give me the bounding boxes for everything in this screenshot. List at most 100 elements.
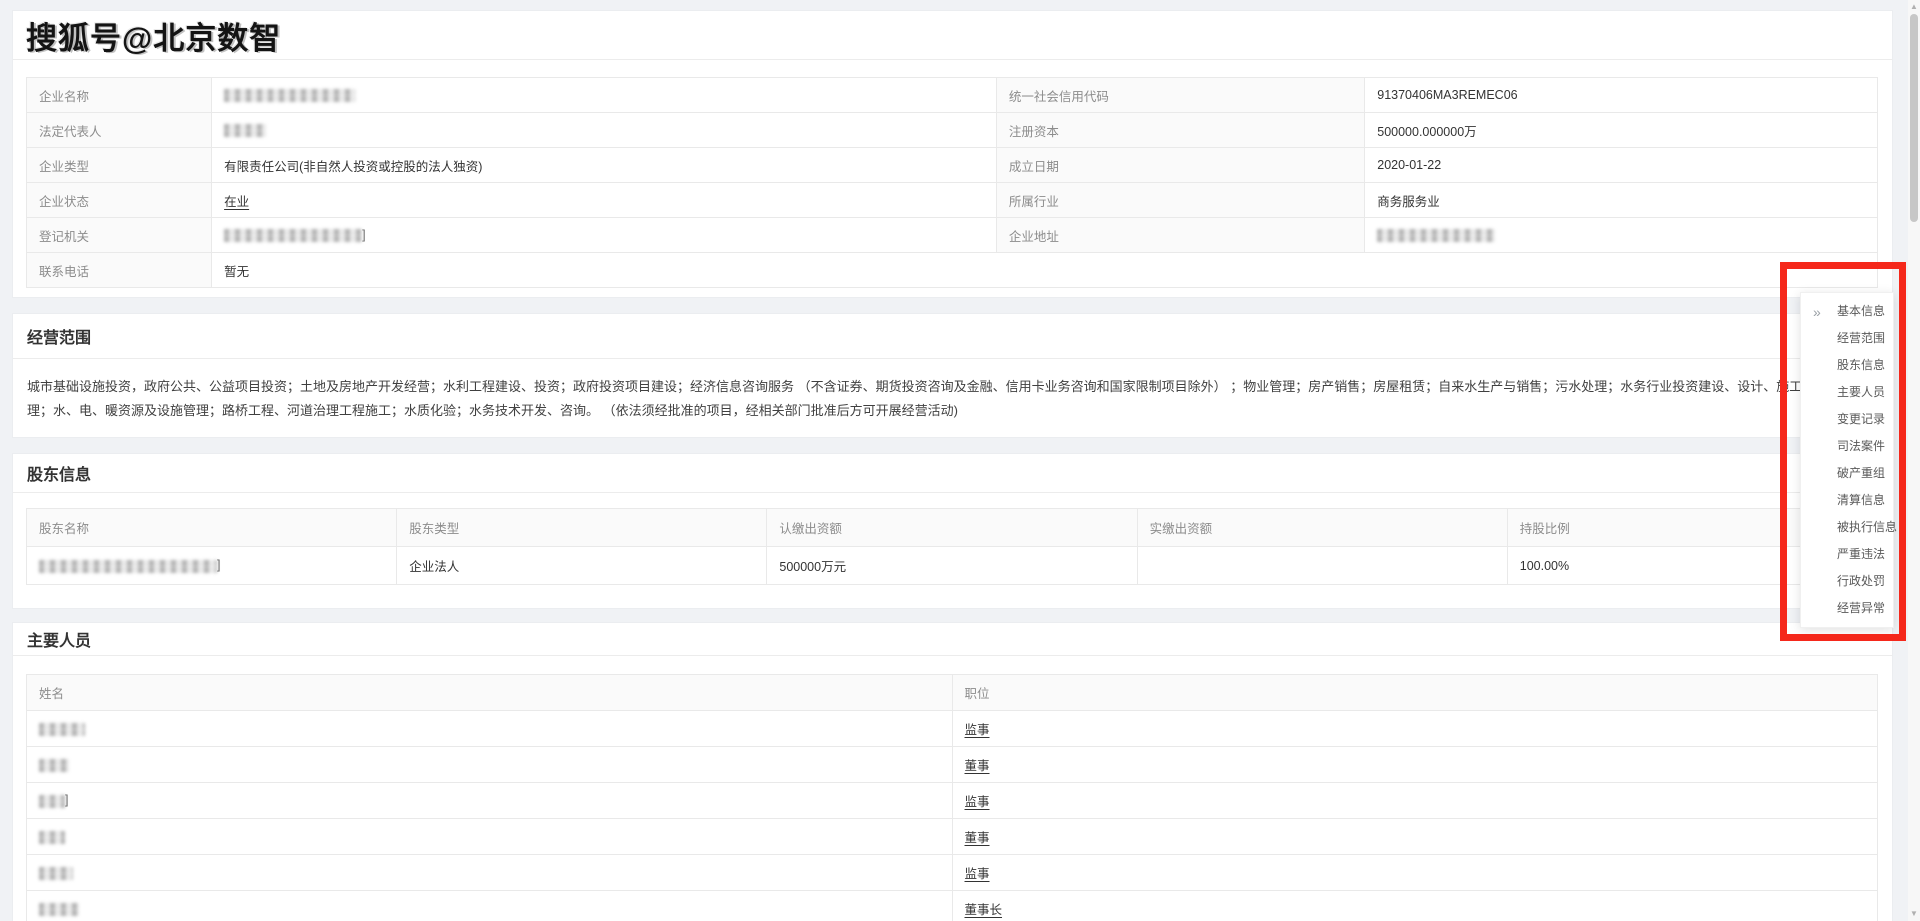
section-title-business-scope: 经营范围 (27, 324, 91, 348)
field-label: 企业名称 (27, 78, 212, 113)
bracket-glyph: ] (65, 793, 68, 807)
watermark-title: 搜狐号@北京数智 (26, 13, 281, 58)
company-status-value: 在业 (212, 183, 997, 218)
field-label: 法定代表人 (27, 113, 212, 148)
collapse-chevrons-icon[interactable]: » (1813, 304, 1821, 320)
shareholders-card: 股东信息 股东名称 股东类型 认缴出资额 实缴出资额 持股比例 ] (12, 453, 1893, 609)
person-position: 监事 (952, 711, 1878, 747)
table-row: 监事 (27, 855, 1878, 891)
person-name (27, 747, 953, 783)
scrollbar-up-arrow-icon[interactable]: ▲ (1910, 3, 1918, 11)
table-row: 登记机关 ] 企业地址 (27, 218, 1878, 253)
anchor-item-liquidation[interactable]: 清算信息 (1801, 487, 1893, 514)
field-label: 联系电话 (27, 253, 212, 288)
company-type-value: 有限责任公司(非自然人投资或控股的法人独资) (212, 148, 997, 183)
person-name (27, 711, 953, 747)
personnel-table: 姓名 职位 监事 董事 ] 监事 (26, 674, 1878, 921)
bracket-glyph: ] (217, 558, 220, 572)
page: 搜狐号@北京数智 企业名称 统一社会信用代码 91370406MA3REMEC0… (0, 0, 1920, 921)
position-link[interactable]: 董事 (965, 831, 990, 845)
registry-authority-value: ] (212, 218, 997, 253)
section-title-personnel: 主要人员 (27, 627, 91, 651)
scrollbar-thumb[interactable] (1910, 14, 1918, 222)
industry-value: 商务服务业 (1365, 183, 1878, 218)
shareholder-type: 企业法人 (397, 547, 767, 585)
redacted-value (39, 759, 69, 772)
redacted-value (39, 795, 65, 808)
anchor-item-violations[interactable]: 严重违法 (1801, 541, 1893, 568)
redacted-value (39, 723, 85, 736)
basic-info-table: 企业名称 统一社会信用代码 91370406MA3REMEC06 法定代表人 注… (26, 77, 1878, 288)
scrollbar-down-arrow-icon[interactable]: ▼ (1910, 910, 1918, 918)
anchor-item-bankruptcy[interactable]: 破产重组 (1801, 460, 1893, 487)
field-label: 企业状态 (27, 183, 212, 218)
column-header: 实缴出资额 (1137, 509, 1507, 547)
table-row: 董事 (27, 819, 1878, 855)
table-header-row: 姓名 职位 (27, 675, 1878, 711)
shareholders-table: 股东名称 股东类型 认缴出资额 实缴出资额 持股比例 ] 企业法人 500000… (26, 508, 1878, 585)
business-scope-card: 经营范围 城市基础设施投资，政府公共、公益项目投资；土地及房地产开发经营；水利工… (12, 313, 1893, 438)
founding-date-value: 2020-01-22 (1365, 148, 1878, 183)
anchor-item-shareholders[interactable]: 股东信息 (1801, 352, 1893, 379)
anchor-menu-panel: » 基本信息 经营范围 股东信息 主要人员 变更记录 司法案件 破产重组 清算信… (1800, 292, 1894, 628)
registered-capital-value: 500000.000000万 (1365, 113, 1878, 148)
table-row: 企业状态 在业 所属行业 商务服务业 (27, 183, 1878, 218)
field-label: 企业类型 (27, 148, 212, 183)
anchor-item-judicial[interactable]: 司法案件 (1801, 433, 1893, 460)
shareholder-name: ] (27, 547, 397, 585)
column-header: 职位 (952, 675, 1878, 711)
company-name-value (212, 78, 997, 113)
contact-phone-value: 暂无 (212, 253, 1878, 288)
redacted-value (224, 89, 356, 102)
legal-rep-value (212, 113, 997, 148)
redacted-value (224, 229, 362, 242)
bracket-glyph: ] (362, 228, 365, 242)
field-label: 成立日期 (996, 148, 1364, 183)
person-position: 董事长 (952, 891, 1878, 921)
anchor-item-scope[interactable]: 经营范围 (1801, 325, 1893, 352)
position-link[interactable]: 监事 (965, 723, 990, 737)
position-link[interactable]: 监事 (965, 867, 990, 881)
table-row: 监事 (27, 711, 1878, 747)
table-row: 董事长 (27, 891, 1878, 921)
column-header: 认缴出资额 (767, 509, 1137, 547)
redacted-value (39, 903, 79, 916)
paid-capital (1137, 547, 1507, 585)
table-row: 企业名称 统一社会信用代码 91370406MA3REMEC06 (27, 78, 1878, 113)
position-link[interactable]: 董事 (965, 759, 990, 773)
position-link[interactable]: 监事 (965, 795, 990, 809)
column-header: 股东名称 (27, 509, 397, 547)
position-link[interactable]: 董事长 (965, 903, 1003, 917)
person-position: 董事 (952, 747, 1878, 783)
anchor-item-enforced[interactable]: 被执行信息 (1801, 514, 1893, 541)
person-name (27, 819, 953, 855)
credit-code-value: 91370406MA3REMEC06 (1365, 78, 1878, 113)
table-header-row: 股东名称 股东类型 认缴出资额 实缴出资额 持股比例 (27, 509, 1878, 547)
scrollbar[interactable]: ▲ ▼ (1908, 0, 1920, 921)
anchor-item-changes[interactable]: 变更记录 (1801, 406, 1893, 433)
anchor-item-personnel[interactable]: 主要人员 (1801, 379, 1893, 406)
table-row: ] 监事 (27, 783, 1878, 819)
field-label: 登记机关 (27, 218, 212, 253)
business-scope-text: 城市基础设施投资，政府公共、公益项目投资；土地及房地产开发经营；水利工程建设、投… (26, 359, 1866, 443)
table-row: 董事 (27, 747, 1878, 783)
field-label: 统一社会信用代码 (996, 78, 1364, 113)
basic-info-card: 搜狐号@北京数智 企业名称 统一社会信用代码 91370406MA3REMEC0… (12, 10, 1893, 298)
person-name: ] (27, 783, 953, 819)
anchor-item-abnormal[interactable]: 经营异常 (1801, 595, 1893, 622)
table-row: 联系电话 暂无 (27, 253, 1878, 288)
person-name (27, 855, 953, 891)
anchor-item-penalties[interactable]: 行政处罚 (1801, 568, 1893, 595)
field-label: 注册资本 (996, 113, 1364, 148)
subscribed-capital: 500000万元 (767, 547, 1137, 585)
redacted-value (39, 867, 73, 880)
column-header: 股东类型 (397, 509, 767, 547)
redacted-value (224, 124, 266, 137)
person-position: 董事 (952, 819, 1878, 855)
basic-info-card-head: 搜狐号@北京数智 (13, 11, 1892, 60)
redacted-value (39, 560, 217, 573)
company-address-value (1365, 218, 1878, 253)
person-name (27, 891, 953, 921)
company-status-link[interactable]: 在业 (224, 195, 249, 209)
table-row: 企业类型 有限责任公司(非自然人投资或控股的法人独资) 成立日期 2020-01… (27, 148, 1878, 183)
